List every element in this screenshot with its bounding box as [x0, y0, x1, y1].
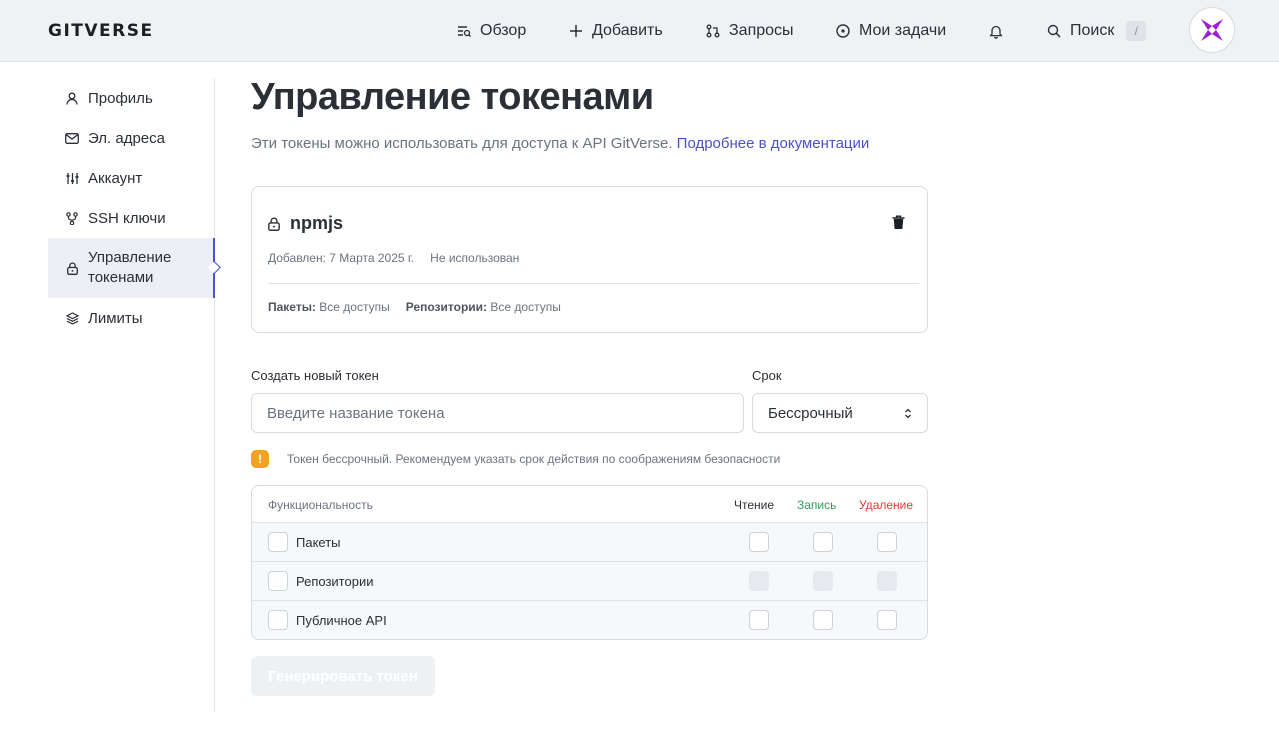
layers-icon	[65, 311, 79, 325]
subtitle-text: Эти токены можно использовать для доступ…	[251, 135, 673, 152]
sidebar-item-label: Профиль	[88, 89, 153, 107]
nav-add[interactable]: Добавить	[569, 20, 663, 42]
token-usage-status: Не использован	[430, 251, 520, 265]
bell-icon	[989, 25, 1003, 39]
create-token-label: Создать новый токен	[251, 368, 379, 383]
pull-request-icon	[706, 24, 720, 38]
nav-requests-label: Запросы	[729, 22, 794, 39]
notifications-button[interactable]	[989, 20, 1012, 42]
row-label: Репозитории	[296, 574, 374, 589]
repos-perm-label: Репозитории:	[405, 300, 488, 314]
sidebar-item-emails[interactable]: Эл. адреса	[48, 118, 214, 158]
sidebar-item-token-management[interactable]: Управление токенами	[48, 238, 215, 298]
token-name: npmjs	[268, 213, 343, 234]
column-header-read: Чтение	[734, 498, 775, 512]
generate-token-button[interactable]: Генерировать токен	[251, 656, 435, 696]
sidebar-item-label: Эл. адреса	[88, 129, 165, 147]
token-added-date: Добавлен: 7 Марта 2025 г.	[268, 251, 415, 265]
row-select-checkbox[interactable]	[268, 610, 288, 630]
gitverse-logo[interactable]: GITVERSE	[48, 21, 154, 41]
search-shortcut-key: /	[1126, 21, 1147, 41]
lock-icon	[268, 217, 280, 231]
overview-icon	[458, 26, 471, 37]
sidebar-item-label: Лимиты	[88, 309, 143, 327]
row-select-checkbox[interactable]	[268, 571, 288, 591]
avatar[interactable]	[1189, 7, 1235, 53]
delete-token-button[interactable]	[892, 215, 905, 235]
chevron-up-down-icon	[905, 408, 911, 418]
sidebar-item-label: SSH ключи	[88, 209, 166, 227]
avatar-logo-icon	[1201, 19, 1223, 41]
expiry-warning: ! Токен бессрочный. Рекомендуем указать …	[251, 450, 780, 468]
divider	[268, 283, 919, 284]
write-checkbox[interactable]	[813, 532, 833, 552]
token-permissions-summary: Пакеты: Все доступы Репозитории: Все дос…	[268, 300, 561, 314]
sidebar-item-limits[interactable]: Лимиты	[48, 298, 214, 338]
token-packages-perm: Пакеты: Все доступы	[268, 300, 390, 314]
repos-perm-value: Все доступы	[490, 300, 561, 314]
token-name-input[interactable]	[251, 393, 744, 433]
search-label: Поиск	[1070, 22, 1115, 39]
search-icon	[1047, 24, 1061, 38]
warning-text: Токен бессрочный. Рекомендуем указать ср…	[287, 452, 781, 466]
row-select-checkbox[interactable]	[268, 532, 288, 552]
table-row: Пакеты	[252, 523, 927, 562]
read-checkbox[interactable]	[749, 532, 769, 552]
lock-icon	[65, 261, 79, 275]
read-checkbox[interactable]	[749, 610, 769, 630]
table-row: Публичное API	[252, 601, 927, 639]
delete-checkbox[interactable]	[877, 610, 897, 630]
permissions-table: Функциональность Чтение Запись Удаление …	[251, 485, 928, 640]
sidebar-item-account[interactable]: Аккаунт	[48, 158, 214, 198]
token-name-label: npmjs	[290, 213, 344, 233]
write-checkbox[interactable]	[813, 610, 833, 630]
table-header: Функциональность Чтение Запись Удаление	[252, 486, 927, 523]
nav-overview-label: Обзор	[480, 22, 527, 39]
top-header: GITVERSE Обзор Добавить Запросы Мои зада…	[0, 0, 1279, 62]
expiry-select[interactable]: Бессрочный	[752, 393, 928, 433]
page-title: Управление токенами	[251, 76, 654, 118]
token-repos-perm: Репозитории: Все доступы	[406, 300, 561, 314]
search-button[interactable]: Поиск /	[1047, 20, 1147, 42]
sidebar-item-ssh-keys[interactable]: SSH ключи	[48, 198, 214, 238]
read-checkbox	[749, 571, 769, 591]
row-label: Пакеты	[296, 535, 341, 550]
sidebar-item-label: Управление токенами	[88, 249, 172, 286]
expiry-selected-value: Бессрочный	[768, 404, 853, 422]
nav-my-tasks-label: Мои задачи	[859, 22, 947, 39]
nav-overview[interactable]: Обзор	[457, 20, 526, 42]
packages-perm-value: Все доступы	[319, 300, 390, 314]
column-header-delete: Удаление	[859, 498, 914, 512]
sliders-icon	[65, 171, 79, 185]
token-meta: Добавлен: 7 Марта 2025 г. Не использован	[268, 251, 519, 265]
write-checkbox	[813, 571, 833, 591]
delete-checkbox	[877, 571, 897, 591]
warning-icon: !	[251, 450, 269, 468]
token-card: npmjs Добавлен: 7 Марта 2025 г. Не испол…	[251, 186, 928, 333]
sidebar-item-label: Аккаунт	[88, 169, 143, 187]
nav-my-tasks[interactable]: Мои задачи	[836, 20, 946, 42]
trash-icon	[892, 215, 905, 229]
nav-add-label: Добавить	[592, 22, 663, 39]
circle-dot-icon	[836, 24, 850, 38]
expiry-label: Срок	[752, 368, 782, 383]
docs-link[interactable]: Подробнее в документации	[677, 135, 870, 152]
key-branch-icon	[65, 211, 79, 225]
plus-icon	[570, 25, 582, 37]
settings-sidebar: Профиль Эл. адреса Аккаунт SSH ключи Упр…	[48, 78, 215, 712]
nav-requests[interactable]: Запросы	[706, 20, 794, 42]
page-subtitle: Эти токены можно использовать для доступ…	[251, 135, 869, 152]
packages-perm-label: Пакеты:	[268, 300, 316, 314]
sidebar-item-profile[interactable]: Профиль	[48, 78, 214, 118]
delete-checkbox[interactable]	[877, 532, 897, 552]
table-row: Репозитории	[252, 562, 927, 601]
mail-icon	[65, 131, 79, 145]
user-icon	[65, 91, 79, 105]
column-header-write: Запись	[797, 498, 837, 512]
column-header-feature: Функциональность	[268, 498, 373, 512]
row-label: Публичное API	[296, 613, 387, 628]
